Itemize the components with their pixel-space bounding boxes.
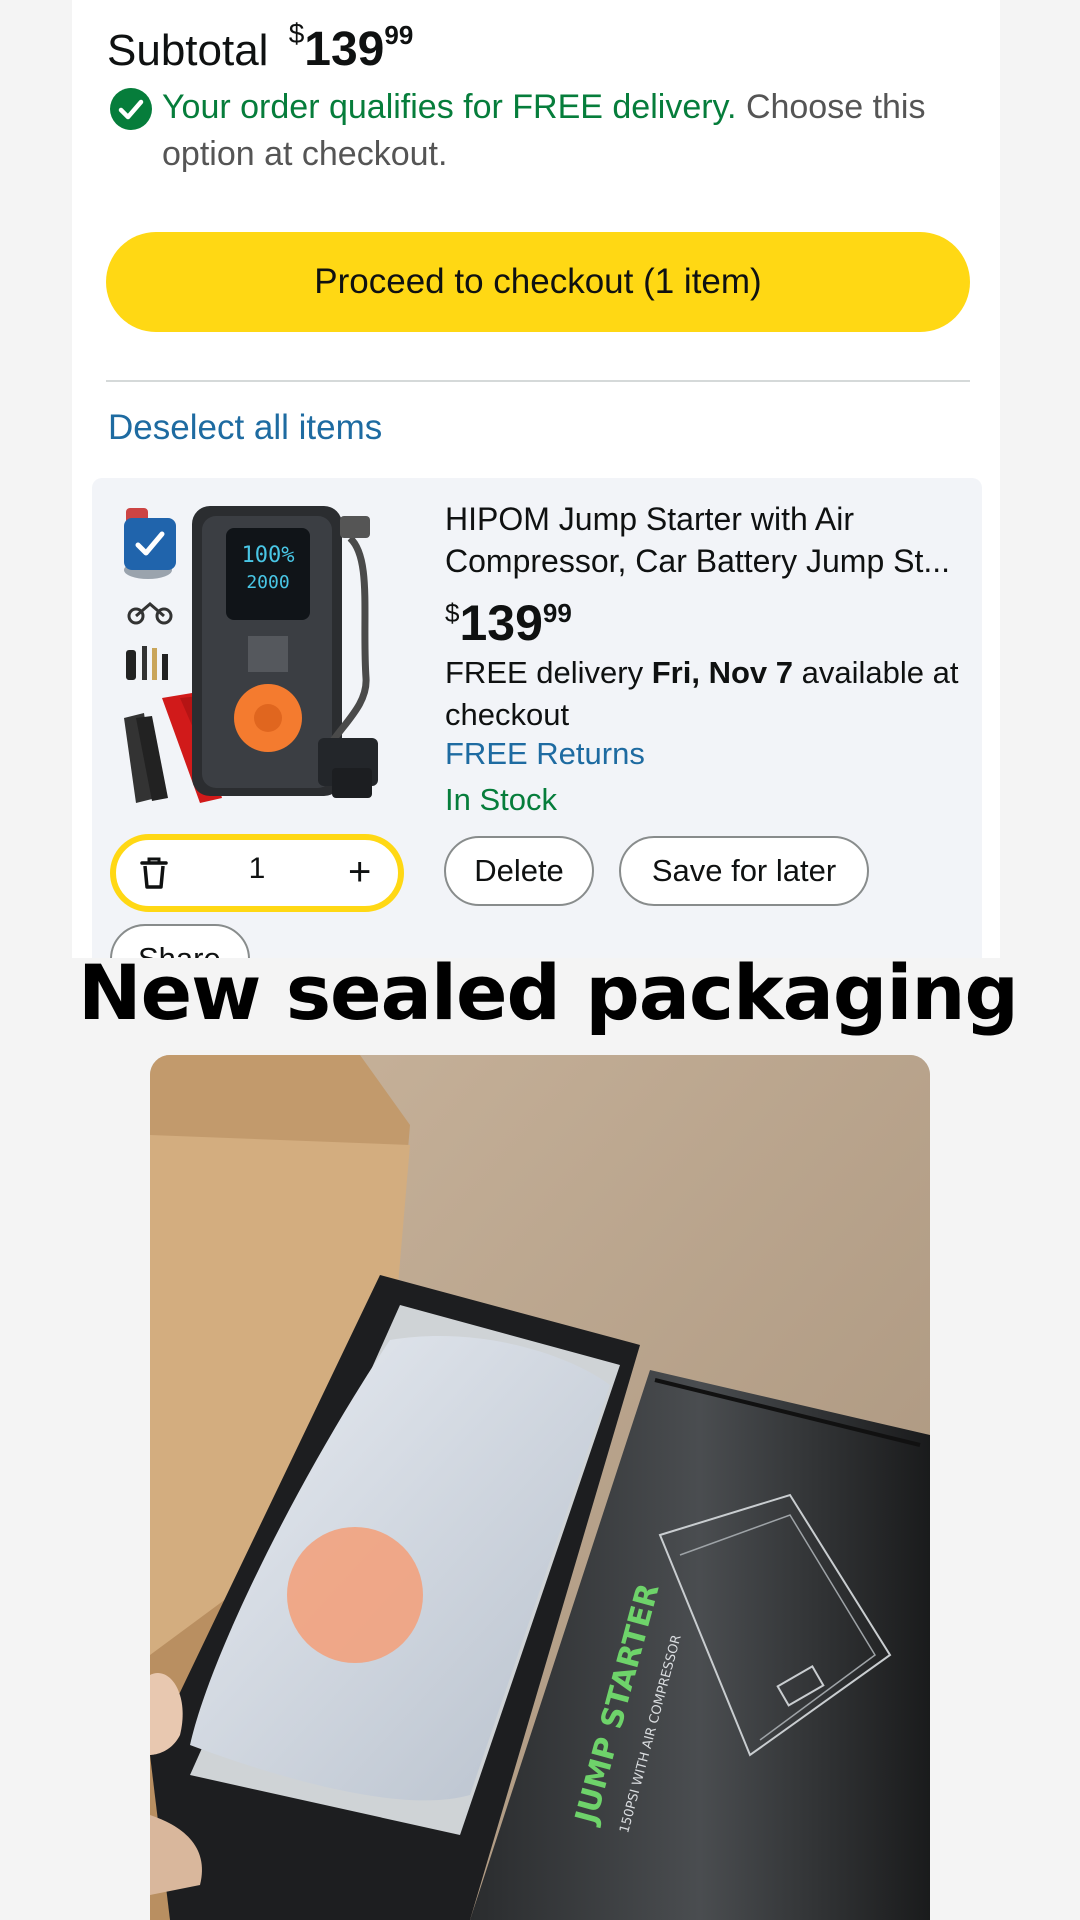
product-image[interactable]: 100% 2000 — [122, 498, 422, 808]
caption-title: New sealed packaging — [78, 948, 1019, 1037]
stock-status: In Stock — [445, 782, 557, 817]
cart-item: 100% 2000 HIPOM Jump Starter with Air Co… — [92, 478, 982, 958]
item-select-checkbox[interactable] — [124, 518, 176, 570]
delete-button[interactable]: Delete — [444, 836, 594, 906]
packaging-photo: JUMP STARTER 150PSI WITH AIR COMPRESSOR — [150, 1055, 930, 1920]
proceed-to-checkout-button[interactable]: Proceed to checkout (1 item) — [106, 232, 970, 332]
subtotal-label: Subtotal — [107, 26, 269, 75]
delivery-prefix: FREE delivery — [445, 655, 644, 690]
cart-panel: Subtotal $13999 Your order qualifies for… — [72, 0, 1000, 958]
subtotal-cents: 99 — [384, 20, 414, 50]
save-for-later-button[interactable]: Save for later — [619, 836, 869, 906]
plus-icon[interactable]: + — [348, 850, 371, 894]
device-screen-amps: 2000 — [246, 572, 289, 593]
quantity-stepper: 1 + — [110, 834, 404, 912]
item-price-currency: $ — [445, 598, 460, 628]
item-price-amount: 139 — [459, 595, 543, 651]
item-price-cents: 99 — [542, 598, 572, 628]
divider — [106, 380, 970, 382]
free-delivery-message: Your order qualifies for FREE delivery. … — [162, 84, 972, 178]
free-returns-link[interactable]: FREE Returns — [445, 736, 645, 772]
deselect-all-link[interactable]: Deselect all items — [108, 408, 382, 448]
delivery-info: FREE delivery Fri, Nov 7 available at ch… — [445, 652, 975, 736]
free-delivery-qualifies: Your order qualifies for FREE delivery. — [162, 88, 737, 126]
trash-icon[interactable] — [138, 856, 170, 895]
item-title[interactable]: HIPOM Jump Starter with Air Compressor, … — [445, 498, 985, 582]
quantity-value: 1 — [248, 852, 266, 885]
check-circle-icon — [110, 88, 152, 130]
subtotal: Subtotal $13999 — [107, 18, 414, 77]
device-screen-percent: 100% — [242, 543, 295, 568]
delivery-date: Fri, Nov 7 — [651, 655, 793, 690]
item-price: $13999 — [445, 594, 572, 652]
subtotal-amount: 139 — [304, 23, 385, 76]
subtotal-currency: $ — [288, 18, 305, 49]
